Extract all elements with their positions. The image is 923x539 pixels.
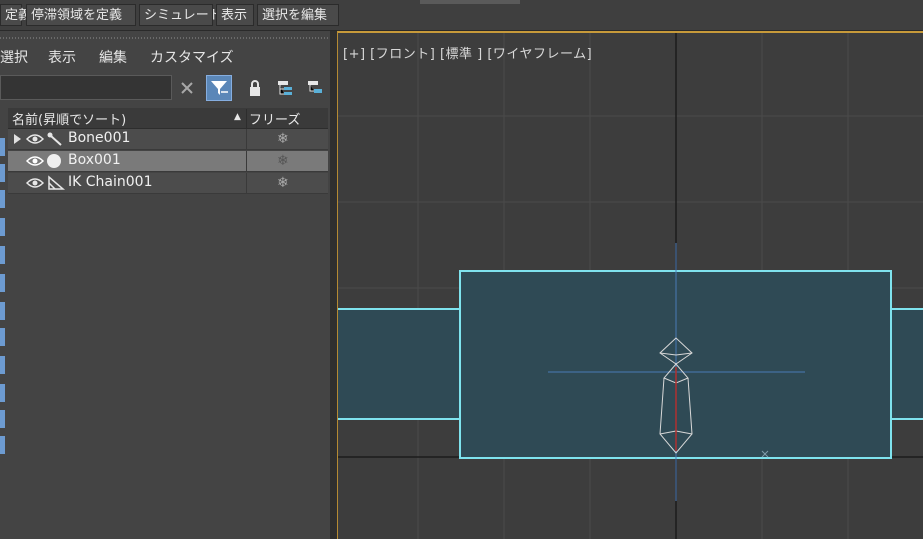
strip-button[interactable] xyxy=(0,138,5,156)
menu-simulate[interactable]: シミュレート xyxy=(139,4,222,26)
strip-button[interactable] xyxy=(0,410,5,428)
strip-button[interactable] xyxy=(0,218,5,236)
eye-icon[interactable] xyxy=(25,155,45,171)
menu-edit[interactable]: 編集 xyxy=(99,47,127,67)
strip-button[interactable] xyxy=(0,356,5,374)
freeze-icon[interactable]: ❄ xyxy=(277,131,289,147)
list-item-box001[interactable]: Box001 ❄ xyxy=(8,151,328,172)
strip-button[interactable] xyxy=(0,328,5,346)
filter-icon[interactable] xyxy=(206,75,232,101)
item-name: IK Chain001 xyxy=(68,174,153,190)
list-item-ik-chain001[interactable]: IK Chain001 ❄ xyxy=(8,173,328,194)
box001-wire[interactable] xyxy=(338,270,923,459)
viewport-canvas[interactable] xyxy=(338,33,923,539)
expand-arrow-icon[interactable] xyxy=(14,134,21,144)
ik-chain-icon xyxy=(46,175,66,195)
freeze-cell[interactable]: ❄ xyxy=(246,151,329,171)
layer-hierarchy-icon[interactable] xyxy=(302,75,328,101)
title-strip xyxy=(420,0,520,4)
menu-define-stall-region[interactable]: 停滞領域を定義 xyxy=(26,4,136,26)
hierarchy-icon[interactable] xyxy=(272,75,298,101)
column-name-header[interactable]: 名前(昇順でソート) xyxy=(12,109,126,128)
freeze-icon[interactable]: ❄ xyxy=(277,153,289,169)
strip-button[interactable] xyxy=(0,384,5,402)
viewport-label[interactable]: [+] [フロント] [標準 ] [ワイヤフレーム] xyxy=(343,43,592,62)
item-name: Bone001 xyxy=(68,130,131,146)
item-name: Box001 xyxy=(68,152,121,168)
left-tool-strip xyxy=(0,138,6,458)
eye-icon[interactable] xyxy=(25,177,45,193)
menu-view[interactable]: 表示 xyxy=(48,47,76,67)
panel-grip[interactable] xyxy=(0,37,328,39)
front-viewport[interactable]: [+] [フロント] [標準 ] [ワイヤフレーム] xyxy=(337,31,923,539)
strip-button[interactable] xyxy=(0,190,5,208)
scene-explorer-panel: 選択 表示 編集 カスタマイズ 名前(昇順でソート) ▲ フリーズ Bone00… xyxy=(0,31,330,539)
panel-divider[interactable] xyxy=(330,31,337,539)
menu-customize[interactable]: カスタマイズ xyxy=(150,47,234,67)
eye-icon[interactable] xyxy=(25,133,45,149)
strip-button[interactable] xyxy=(0,302,5,320)
menu-edit-selection[interactable]: 選択を編集 xyxy=(257,4,339,26)
lock-icon[interactable] xyxy=(242,75,268,101)
sort-ascending-icon: ▲ xyxy=(234,112,241,122)
strip-button[interactable] xyxy=(0,274,5,292)
menu-bar: 定義 停滞領域を定義 シミュレート 表示 選択を編集 xyxy=(0,0,923,31)
freeze-cell[interactable]: ❄ xyxy=(246,129,329,149)
column-freeze-header[interactable]: フリーズ xyxy=(246,109,300,129)
bone-icon xyxy=(46,131,64,151)
freeze-cell[interactable]: ❄ xyxy=(246,173,329,193)
strip-button[interactable] xyxy=(0,436,5,454)
sphere-icon xyxy=(46,153,64,173)
menu-display[interactable]: 表示 xyxy=(216,4,254,26)
column-header: 名前(昇順でソート) ▲ フリーズ xyxy=(8,108,328,129)
menu-select[interactable]: 選択 xyxy=(0,47,28,67)
menu-define[interactable]: 定義 xyxy=(0,4,31,26)
search-input[interactable] xyxy=(0,75,172,100)
strip-button[interactable] xyxy=(0,164,5,182)
freeze-icon[interactable]: ❄ xyxy=(277,175,289,191)
list-item-bone001[interactable]: Bone001 ❄ xyxy=(8,129,328,150)
strip-button[interactable] xyxy=(0,246,5,264)
clear-search-icon[interactable] xyxy=(174,75,200,101)
